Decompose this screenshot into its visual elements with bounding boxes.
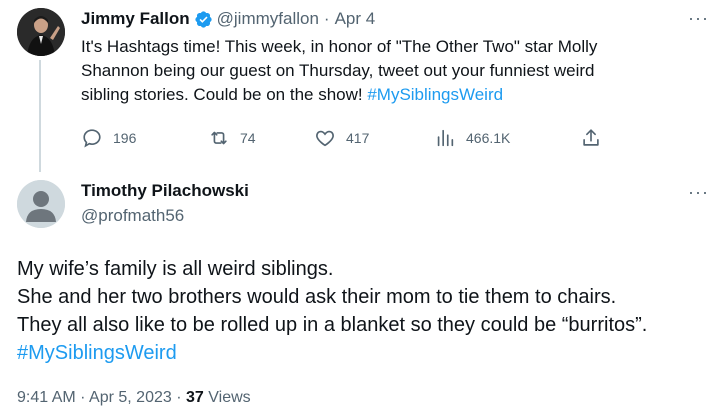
tweet-date[interactable]: Apr 4 [335, 9, 376, 29]
tweet-text-fragment: sibling stories. Could be on the show! [81, 85, 368, 104]
verified-badge-icon [194, 10, 213, 29]
tweet-header: Jimmy Fallon @jimmyfallon · Apr 4 [81, 9, 375, 29]
separator-dot: · [176, 389, 182, 406]
reply-button[interactable]: 196 [81, 127, 136, 149]
reply-icon [83, 129, 101, 148]
views-count: 466.1K [466, 130, 511, 146]
views-icon [437, 129, 454, 147]
tweet-text-line: Shannon being our guest on Thursday, twe… [81, 61, 595, 80]
share-button[interactable] [580, 127, 612, 149]
retweet-count: 74 [240, 130, 256, 146]
views-label: Views [208, 389, 251, 406]
tweet-text-line: sibling stories. Could be on the show! #… [81, 83, 701, 107]
reply-text-line: My wife’s family is all weird siblings. [17, 258, 334, 280]
separator-dot: · [323, 9, 330, 28]
hashtag-link[interactable]: #MySiblingsWeird [17, 342, 177, 364]
tweet-date[interactable]: Apr 5, 2023 [89, 389, 172, 406]
tweet-text: It's Hashtags time! This week, in honor … [81, 35, 701, 107]
reply-text-line: They all also like to be rolled up in a … [17, 314, 648, 336]
author-handle[interactable]: @jimmyfallon [217, 9, 319, 29]
avatar[interactable] [17, 8, 65, 56]
avatar[interactable] [17, 180, 65, 228]
reply-count: 196 [113, 130, 137, 146]
separator-dot: · [80, 389, 86, 406]
retweet-icon [211, 131, 227, 145]
more-options-icon[interactable]: ··· [688, 182, 709, 203]
avatar-photo-icon [17, 8, 65, 56]
tweet-text-line: It's Hashtags time! This week, in honor … [81, 37, 598, 56]
author-name[interactable]: Timothy Pilachowski [81, 181, 249, 201]
reply-text-line: She and her two brothers would ask their… [17, 286, 617, 308]
hashtag-link[interactable]: #MySiblingsWeird [367, 85, 503, 104]
thread-connector-line [39, 60, 41, 172]
more-options-icon[interactable]: ··· [688, 8, 709, 29]
like-button[interactable]: 417 [314, 127, 369, 149]
author-handle[interactable]: @profmath56 [81, 206, 184, 226]
views-count: 37 [186, 389, 204, 406]
default-avatar-icon [17, 180, 65, 228]
share-icon [583, 129, 599, 146]
tweet-time[interactable]: 9:41 AM [17, 389, 76, 406]
like-count: 417 [346, 130, 370, 146]
views-button[interactable]: 466.1K [434, 127, 510, 149]
like-icon [316, 130, 334, 147]
reply-text: My wife’s family is all weird siblings. … [17, 255, 717, 367]
retweet-button[interactable]: 74 [208, 127, 256, 149]
author-name[interactable]: Jimmy Fallon [81, 9, 190, 29]
tweet-meta: 9:41 AM · Apr 5, 2023 · 37 Views [17, 389, 251, 407]
